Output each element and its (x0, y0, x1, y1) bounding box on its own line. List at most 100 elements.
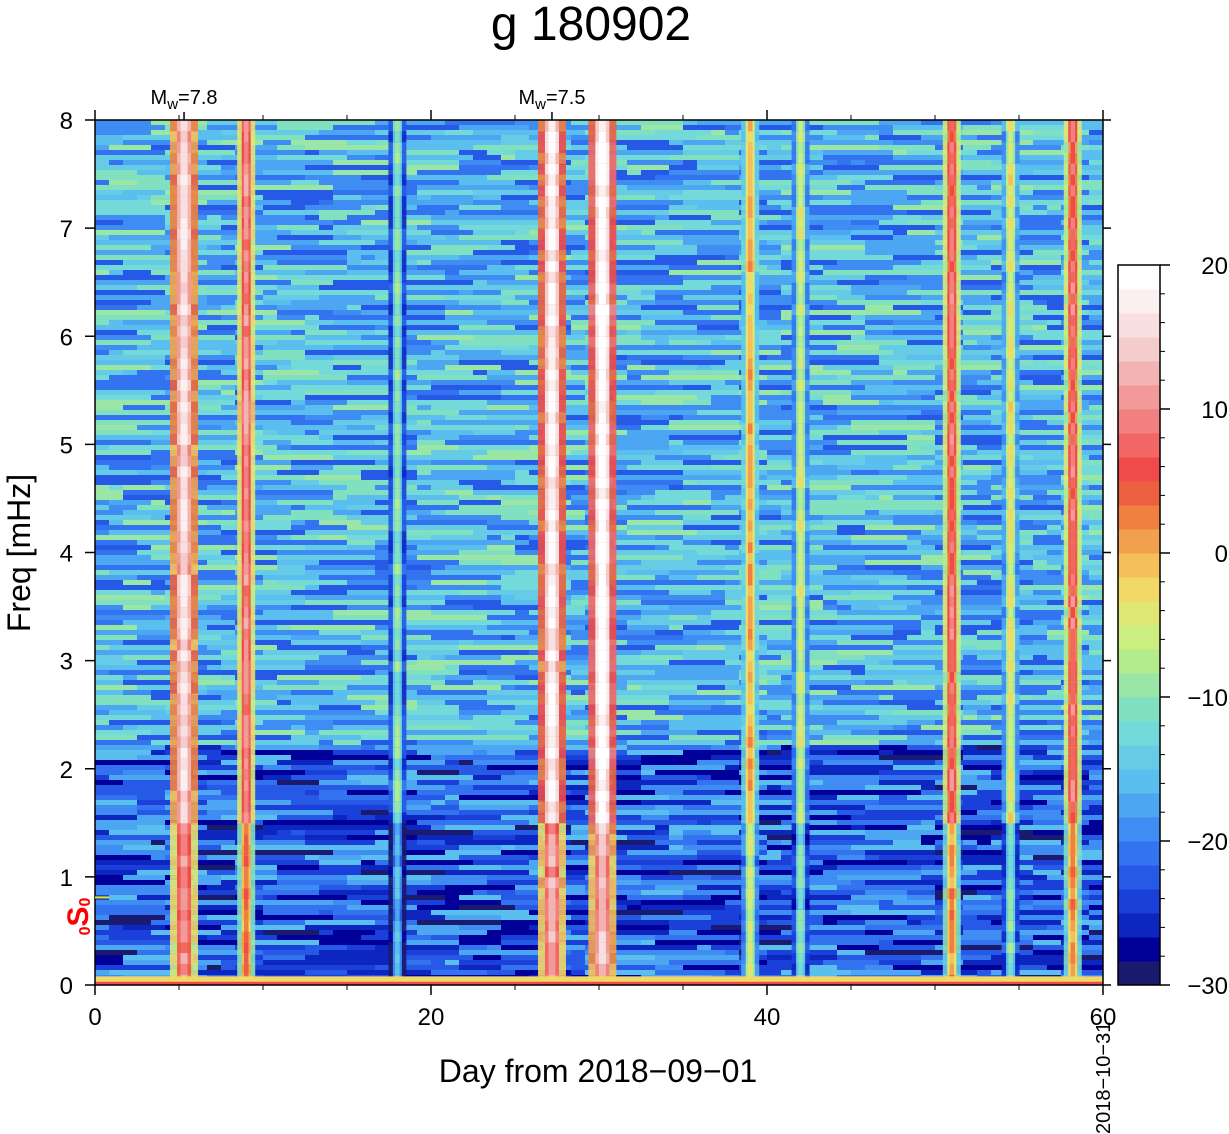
heatmap-cell (305, 840, 376, 846)
heatmap-cell (809, 275, 824, 281)
heatmap-cell (683, 515, 712, 521)
heatmap-cell (137, 825, 166, 831)
band-core (395, 639, 400, 651)
heatmap-cell (1089, 125, 1103, 131)
heatmap-cell (487, 690, 544, 696)
heatmap-cell (95, 175, 166, 181)
heatmap-cell (473, 860, 530, 866)
heatmap-cell (193, 440, 236, 446)
heatmap-cell (221, 675, 236, 681)
heatmap-cell (249, 795, 320, 801)
band-core (395, 509, 400, 521)
heatmap-cell (865, 385, 950, 391)
heatmap-cell (291, 300, 376, 306)
heatmap-cell (753, 665, 796, 671)
heatmap-cell (781, 290, 852, 296)
band-core (598, 876, 606, 889)
heatmap-cell (865, 830, 950, 836)
band-core (395, 336, 400, 348)
band-core (180, 282, 188, 294)
heatmap-cell (655, 940, 740, 946)
heatmap-cell (445, 640, 460, 646)
heatmap-cell (977, 840, 992, 846)
heatmap-cell (95, 275, 166, 281)
band-core (243, 195, 249, 207)
heatmap-cell (95, 405, 124, 411)
heatmap-cell (277, 550, 306, 556)
heatmap-cell (501, 845, 516, 851)
heatmap-cell (641, 315, 712, 321)
heatmap-cell (95, 270, 110, 276)
heatmap-cell (431, 535, 488, 541)
heatmap-cell (319, 225, 334, 231)
heatmap-cell (347, 330, 376, 336)
heatmap-cell (221, 595, 306, 601)
band-core (395, 163, 400, 175)
heatmap-cell (851, 230, 894, 236)
heatmap-cell (851, 590, 936, 596)
band-core (180, 541, 188, 553)
heatmap-cell (865, 160, 950, 166)
heatmap-cell (305, 135, 376, 141)
band-core (180, 455, 188, 467)
heatmap-cell (641, 230, 656, 236)
heatmap-cell (669, 825, 726, 831)
heatmap-cell (249, 390, 306, 396)
band-core (598, 541, 606, 553)
heatmap-cell (683, 890, 740, 896)
band-core (548, 639, 556, 651)
band-core (598, 812, 606, 824)
heatmap-cell (95, 365, 152, 371)
heatmap-cell (375, 155, 390, 161)
heatmap-cell (669, 485, 684, 491)
heatmap-cell (95, 560, 180, 566)
heatmap-cell (305, 955, 390, 961)
heatmap-cell (291, 525, 348, 531)
heatmap-cell (333, 740, 348, 746)
heatmap-cell (473, 640, 502, 646)
heatmap-cell (893, 215, 922, 221)
heatmap-cell (977, 595, 1006, 601)
heatmap-cell (319, 800, 390, 806)
heatmap-cell (725, 140, 796, 146)
heatmap-cell (1033, 630, 1048, 636)
heatmap-cell (291, 775, 306, 781)
heatmap-cell (417, 750, 474, 756)
heatmap-cell (403, 900, 446, 906)
heatmap-cell (977, 340, 1006, 346)
heatmap-cell (613, 935, 656, 941)
heatmap-cell (151, 500, 166, 506)
heatmap-cell (683, 200, 740, 206)
heatmap-cell (207, 560, 236, 566)
heatmap-cell (711, 745, 740, 751)
band-core (598, 260, 606, 272)
heatmap-cell (95, 805, 138, 811)
heatmap-cell (473, 195, 502, 201)
heatmap-cell (669, 845, 684, 851)
heatmap-cell (249, 705, 320, 711)
heatmap-cell (417, 485, 432, 491)
heatmap-cell (1047, 750, 1103, 756)
heatmap-cell (893, 325, 950, 331)
heatmap-cell (655, 365, 698, 371)
heatmap-cell (851, 190, 908, 196)
heatmap-cell (333, 500, 376, 506)
heatmap-cell (949, 250, 1034, 256)
heatmap-cell (263, 895, 278, 901)
heatmap-cell (837, 950, 866, 956)
heatmap-cell (627, 300, 656, 306)
heatmap-cell (403, 620, 488, 626)
band-core (598, 757, 606, 770)
heatmap-cell (291, 225, 320, 231)
heatmap-cell (445, 700, 488, 706)
band-core (598, 401, 606, 413)
heatmap-cell (95, 945, 166, 951)
band-core (548, 195, 556, 207)
heatmap-cell (641, 720, 670, 726)
heatmap-cell (459, 715, 474, 721)
heatmap-cell (837, 465, 894, 471)
heatmap-cell (95, 720, 110, 726)
heatmap-cell (571, 330, 586, 336)
heatmap-cell (1047, 210, 1103, 216)
heatmap-cell (1075, 195, 1103, 201)
